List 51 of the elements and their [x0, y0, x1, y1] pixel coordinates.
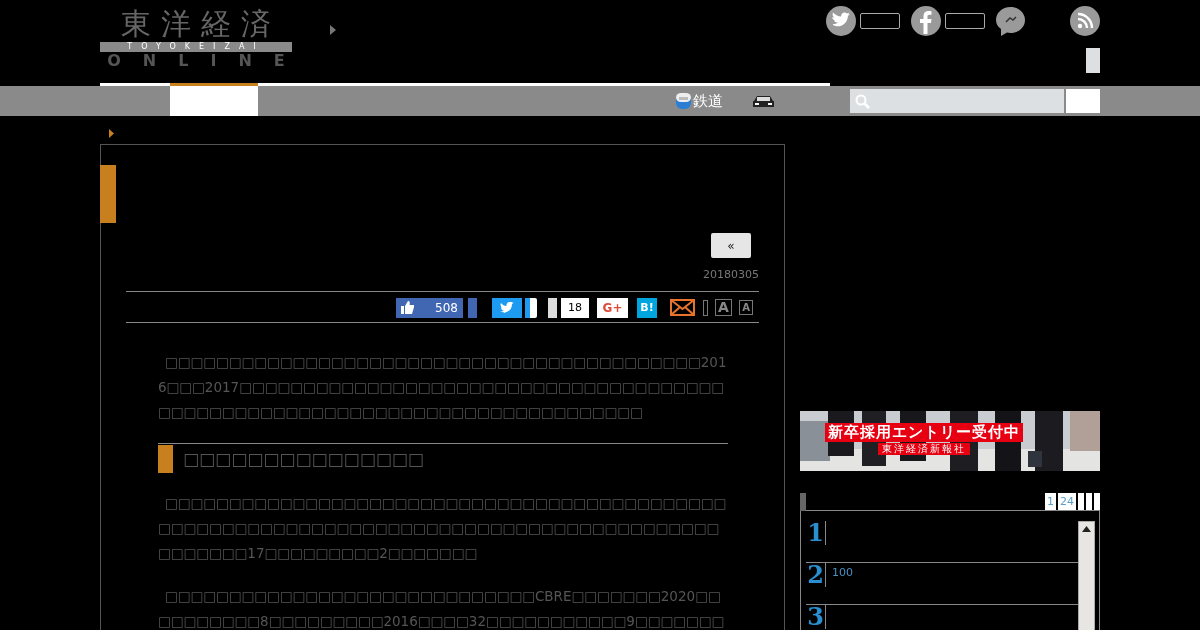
search-field[interactable] [850, 89, 1064, 113]
section-heading: □□□□□□□□□□□□□□□ [183, 448, 424, 471]
ranking-tab[interactable]: 1 [1045, 493, 1056, 510]
chat-bubble-icon[interactable] [995, 6, 1026, 37]
search-icon [855, 94, 870, 109]
hatena-button[interactable]: B! [637, 297, 657, 318]
article-paragraph: □□□□□□□□□□□□□□□□□□□□□□□□□□□□□CBRE□□□□□□□2020□□□□□□□□□□8□□□□□□□□□2016□□□□32□□□□□□□□□□□9□□□□□□□ [158, 587, 726, 630]
car-icon[interactable] [752, 95, 775, 108]
nav-link[interactable]: 鉄道 [675, 90, 723, 112]
back-button[interactable]: « [711, 233, 751, 258]
logo-subtitle: TOYOKEIZAI [100, 42, 292, 52]
ranking-tab[interactable]: 24 [1058, 493, 1076, 510]
banner-headline: 新卒採用エントリー受付中 [825, 423, 1023, 442]
heading-marker [158, 445, 173, 473]
google-plus-button[interactable]: G+ [597, 297, 628, 318]
rss-icon[interactable] [1070, 6, 1100, 36]
bookmark-count: 18 [561, 297, 589, 318]
scroll-up-icon[interactable] [1082, 526, 1091, 532]
share-count-bubble [860, 13, 900, 29]
train-icon [675, 92, 692, 110]
bookmark-block[interactable] [548, 297, 557, 318]
nav-tab[interactable] [170, 83, 258, 116]
font-large-button[interactable]: A [715, 299, 732, 316]
tweet-count-bubble [525, 297, 537, 318]
caret-icon[interactable] [330, 25, 336, 35]
rank-number: 1 [806, 521, 826, 545]
bird-icon[interactable] [826, 6, 856, 36]
share-count-bubble [945, 13, 985, 29]
thumbs-up-icon [401, 301, 415, 314]
print-block[interactable] [703, 299, 708, 316]
tweet-button[interactable] [492, 297, 522, 318]
breadcrumb-caret-icon [109, 129, 114, 138]
share-block[interactable] [468, 297, 477, 318]
like-button[interactable]: 508 [396, 297, 463, 318]
article-paragraph: □□□□□□□□□□□□□□□□□□□□□□□□□□□□□□□□□□□□□□□□□□2016□□□2017□□□□□□□□□□□□□□□□□□□□□□□□□□□□□□□□□□□□□□□□□□□□□□□□□□□□□□□□□□□□□□□□□□□□□□□□□□□□ [158, 353, 728, 422]
logo-tagline: ONLINE [106, 52, 307, 70]
bird-icon [500, 302, 514, 313]
rank-number: 3 [806, 605, 826, 629]
logo-title[interactable]: 東洋経済 [111, 6, 281, 42]
banner-company: 東洋経済新報社 [878, 443, 970, 455]
article-paragraph: □□□□□□□□□□□□□□□□□□□□□□□□□□□□□□□□□□□□□□□□□□□□□□□□□□□□□□□□□□□□□□□□□□□□□□□□□□□□□□□□□□□□□□□□□□□□□□□17□□□□□□□□□2□□□□□□□ [158, 494, 728, 563]
ranking-link[interactable]: 100 [832, 565, 853, 581]
mail-icon[interactable] [670, 299, 695, 316]
recruit-banner[interactable]: 新卒採用エントリー受付中 東洋経済新報社 [800, 411, 1100, 471]
title-marker [100, 165, 116, 223]
publish-date: 20180305 [703, 268, 759, 282]
scrollbar[interactable] [1078, 521, 1095, 630]
rank-number: 2 [806, 563, 826, 587]
ranking-tab-marker [800, 492, 806, 511]
font-small-button[interactable]: A [739, 300, 753, 315]
facebook-icon[interactable] [911, 6, 941, 36]
